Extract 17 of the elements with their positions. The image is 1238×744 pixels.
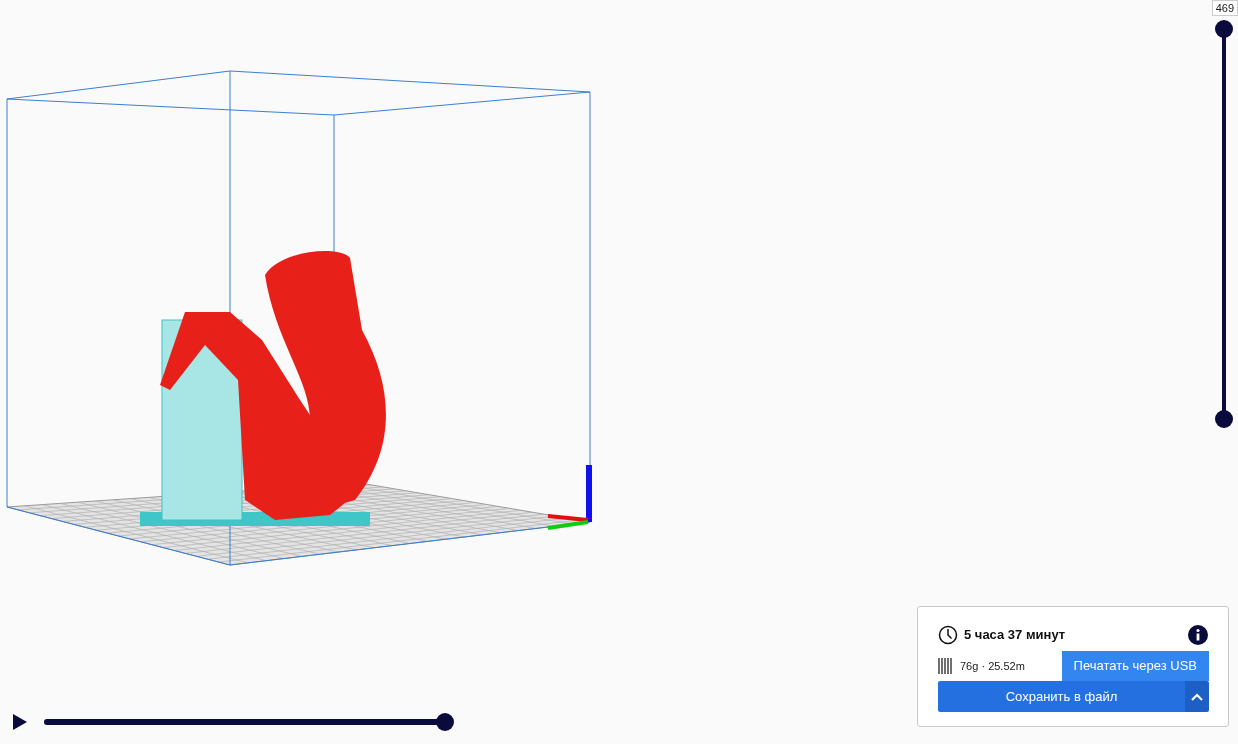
- save-to-file-button[interactable]: Сохранить в файл: [938, 681, 1185, 712]
- playback-slider[interactable]: [44, 713, 454, 731]
- play-icon: [12, 713, 28, 731]
- print-time: 5 часа 37 минут: [964, 626, 1066, 645]
- save-options-button[interactable]: [1185, 681, 1209, 712]
- axis-drawing: [547, 465, 592, 530]
- material-usage: 76g · 25.52m: [960, 658, 1025, 674]
- chevron-up-icon: [1191, 692, 1203, 701]
- info-icon[interactable]: [1188, 625, 1208, 645]
- upper-layer-handle[interactable]: [1215, 20, 1233, 38]
- layer-slider[interactable]: [1215, 20, 1233, 428]
- print-usb-button[interactable]: Печатать через USB: [1061, 651, 1209, 681]
- layer-number-label: 469: [1211, 0, 1238, 16]
- clock-icon: [938, 625, 958, 645]
- playback-handle[interactable]: [436, 713, 454, 731]
- barcode-icon: [938, 657, 954, 675]
- lower-layer-handle[interactable]: [1215, 410, 1233, 428]
